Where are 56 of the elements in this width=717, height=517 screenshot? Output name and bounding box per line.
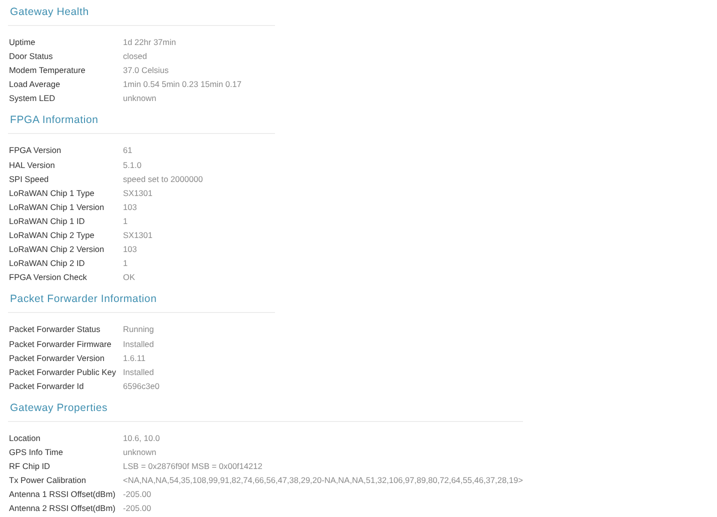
field-value: Running bbox=[123, 323, 155, 336]
field-value: closed bbox=[123, 50, 148, 64]
field-label: Tx Power Calibration bbox=[9, 474, 88, 488]
field-label: LoRaWAN Chip 1 Type bbox=[9, 186, 96, 200]
field-label: Door Status bbox=[9, 50, 54, 64]
field-value: 6596c3e0 bbox=[123, 380, 160, 393]
field-label: Packet Forwarder Version bbox=[9, 352, 106, 365]
section-title: Gateway Health bbox=[9, 5, 90, 20]
field-label: FPGA Version bbox=[9, 144, 62, 158]
field-value: unknown bbox=[123, 92, 158, 106]
field-value: 103 bbox=[123, 243, 138, 256]
field-label: Packet Forwarder Id bbox=[9, 380, 85, 393]
field-value: Installed bbox=[123, 338, 155, 350]
field-value: SX1301 bbox=[123, 186, 154, 200]
field-label: SPI Speed bbox=[9, 172, 50, 186]
field-label: HAL Version bbox=[9, 158, 56, 172]
field-label: LoRaWAN Chip 1 Version bbox=[9, 200, 106, 214]
section-title: FPGA Information bbox=[9, 113, 100, 128]
field-value: 61 bbox=[123, 144, 134, 158]
field-value: -205.00 bbox=[123, 502, 152, 516]
field-label: Modem Temperature bbox=[9, 64, 86, 78]
field-label: Packet Forwarder Firmware bbox=[9, 338, 112, 350]
field-value: 1 bbox=[123, 257, 129, 270]
field-label: Location bbox=[9, 432, 42, 445]
field-label: Uptime bbox=[9, 36, 36, 49]
field-value: 1.6.11 bbox=[123, 352, 146, 365]
field-value: LSB = 0x2876f90f MSB = 0x00f14212 bbox=[123, 460, 264, 474]
field-value: -205.00 bbox=[123, 488, 152, 502]
field-value: SX1301 bbox=[123, 229, 154, 242]
field-label: FPGA Version Check bbox=[9, 271, 88, 284]
field-value: 37.0 Celsius bbox=[123, 64, 170, 78]
field-label: System LED bbox=[9, 92, 56, 106]
field-label: LoRaWAN Chip 1 ID bbox=[9, 214, 86, 228]
field-value: 10.6, 10.0 bbox=[123, 432, 161, 445]
field-label: RF Chip ID bbox=[9, 460, 52, 474]
field-label: LoRaWAN Chip 2 Type bbox=[9, 229, 96, 242]
field-value: 1min 0.54 5min 0.23 15min 0.17 bbox=[123, 78, 243, 92]
field-value: Installed bbox=[123, 366, 155, 379]
field-label: GPS Info Time bbox=[9, 446, 64, 459]
section-title: Packet Forwarder Information bbox=[9, 292, 158, 308]
field-label: Load Average bbox=[9, 78, 62, 92]
field-label: LoRaWAN Chip 2 Version bbox=[9, 243, 106, 256]
field-label: Antenna 1 RSSI Offset(dBm) bbox=[9, 488, 116, 502]
field-value: 103 bbox=[123, 200, 138, 214]
field-label: Packet Forwarder Public Key bbox=[9, 366, 117, 379]
field-value: 5.1.0 bbox=[123, 158, 142, 172]
field-value: 1 bbox=[123, 214, 129, 228]
field-label: Antenna 2 RSSI Offset(dBm) bbox=[9, 502, 116, 516]
field-label: LoRaWAN Chip 2 ID bbox=[9, 257, 86, 270]
section-title: Gateway Properties bbox=[9, 400, 109, 416]
field-value: unknown bbox=[123, 446, 158, 459]
field-value: speed set to 2000000 bbox=[123, 172, 204, 186]
field-value: OK bbox=[123, 271, 136, 284]
field-label: Packet Forwarder Status bbox=[9, 323, 102, 336]
field-value: <NA,NA,NA,54,35,108,99,91,82,74,66,56,47,38,29,20-NA,NA,NA,51,32,106,97,89,80,72,64,55,46,37,28,19> bbox=[123, 474, 523, 488]
field-value: 1d 22hr 37min bbox=[123, 36, 178, 49]
